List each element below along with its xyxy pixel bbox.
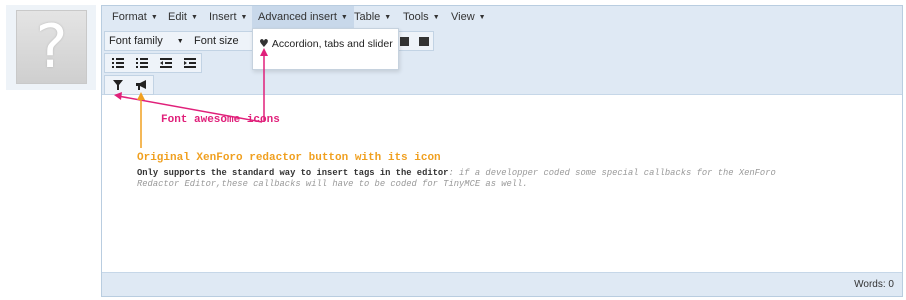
bullhorn-icon (135, 80, 146, 90)
square-icon (419, 36, 429, 46)
caret-down-icon: ▼ (190, 14, 198, 21)
question-mark-icon: ? (35, 12, 68, 82)
xenforo-button-group (104, 75, 154, 95)
caret-down-icon: ▼ (176, 37, 184, 45)
filter-button[interactable] (108, 76, 128, 94)
outdent-icon (160, 58, 172, 68)
xenforo-annotation: Original XenForo redactor button with it… (137, 152, 441, 164)
menu-format[interactable]: Format ▼ (106, 6, 164, 28)
menu-advanced-insert[interactable]: Advanced insert ▼ (252, 6, 354, 28)
font-awesome-annotation: Font awesome icons (161, 114, 280, 126)
bullet-list-icon (112, 58, 124, 68)
statusbar: Words: 0 (102, 272, 902, 296)
caret-down-icon: ▼ (432, 14, 440, 21)
caret-down-icon: ▼ (240, 14, 248, 21)
menu-edit[interactable]: Edit ▼ (162, 6, 204, 28)
indent-button[interactable] (179, 54, 201, 72)
bullhorn-button[interactable] (131, 76, 151, 94)
menu-view[interactable]: View ▼ (445, 6, 492, 28)
caret-down-icon: ▼ (340, 14, 348, 21)
font-family-select[interactable]: Font family ▼ (109, 32, 189, 50)
avatar-panel: ? (6, 5, 96, 90)
caret-down-icon: ▼ (478, 14, 486, 21)
heart-icon: ♥ (259, 37, 269, 50)
dropdown-item-accordion[interactable]: ♥ Accordion, tabs and slider (259, 36, 393, 52)
square-icon (399, 36, 409, 46)
indent-icon (184, 58, 196, 68)
word-count: Words: 0 (854, 279, 894, 290)
numbered-list-icon (136, 58, 148, 68)
menu-tools[interactable]: Tools ▼ (397, 6, 446, 28)
font-size-select[interactable]: Font size (194, 32, 254, 50)
caret-down-icon: ▼ (384, 14, 392, 21)
menu-table[interactable]: Table ▼ (348, 6, 397, 28)
background-color-button[interactable] (415, 32, 433, 50)
annotation-description: Only supports the standard way to insert… (137, 168, 777, 190)
numbered-list-button[interactable] (131, 54, 153, 72)
bullet-list-button[interactable] (107, 54, 129, 72)
description-bold: Only supports the standard way to insert… (137, 168, 449, 178)
menubar: Format ▼ Edit ▼ Insert ▼ Advanced insert ▼ T… (102, 6, 902, 28)
menu-insert[interactable]: Insert ▼ (203, 6, 253, 28)
avatar: ? (16, 10, 87, 84)
toolbar: Font family ▼ Font size (102, 28, 902, 95)
font-select-group: Font family ▼ Font size (104, 31, 254, 51)
outdent-button[interactable] (155, 54, 177, 72)
caret-down-icon: ▼ (150, 14, 158, 21)
filter-icon (113, 80, 123, 90)
list-button-group (104, 53, 202, 73)
tinymce-editor: Format ▼ Edit ▼ Insert ▼ Advanced insert ▼ T… (101, 5, 903, 297)
advanced-insert-dropdown: ♥ Accordion, tabs and slider (252, 28, 399, 70)
